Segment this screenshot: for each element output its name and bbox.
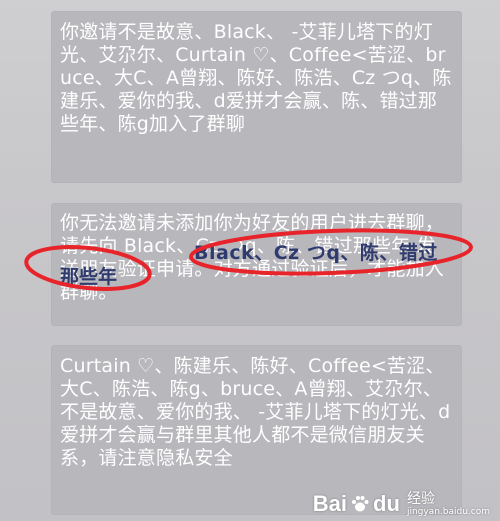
watermark-logo-suffix: du <box>373 491 400 516</box>
watermark-cn: 经验 <box>406 490 435 507</box>
system-message-bubble[interactable]: 你邀请不是故意、Black、 -艾菲儿塔下的灯光、艾尕尔、Curtain ♡、C… <box>51 11 462 183</box>
chat-screen: 你邀请不是故意、Black、 -艾菲儿塔下的灯光、艾尕尔、Curtain ♡、C… <box>0 0 500 521</box>
system-message-text: 你无法邀请未添加你为好友的用户进去群聊，请先向 Black、Cz つq、陈、错过… <box>60 212 445 303</box>
baidu-watermark: Bai du 经验 jingyan.baidu.com <box>313 491 490 517</box>
system-message-bubble[interactable]: Curtain ♡、陈建乐、陈好、Coffee<苦涩、大C、陈浩、陈g、bruc… <box>51 345 462 515</box>
watermark-logo-text: Bai <box>312 491 348 516</box>
system-message-bubble[interactable]: 你无法邀请未添加你为好友的用户进去群聊，请先向 Black、Cz つq、陈、错过… <box>51 203 462 326</box>
system-message-text: 你邀请不是故意、Black、 -艾菲儿塔下的灯光、艾尕尔、Curtain ♡、C… <box>60 21 452 135</box>
watermark-sub: 经验 jingyan.baidu.com <box>406 490 490 517</box>
system-message-text: Curtain ♡、陈建乐、陈好、Coffee<苦涩、大C、陈浩、陈g、bruc… <box>60 355 451 469</box>
watermark-url: jingyan.baidu.com <box>406 506 490 517</box>
baidu-paw-icon <box>352 496 369 512</box>
